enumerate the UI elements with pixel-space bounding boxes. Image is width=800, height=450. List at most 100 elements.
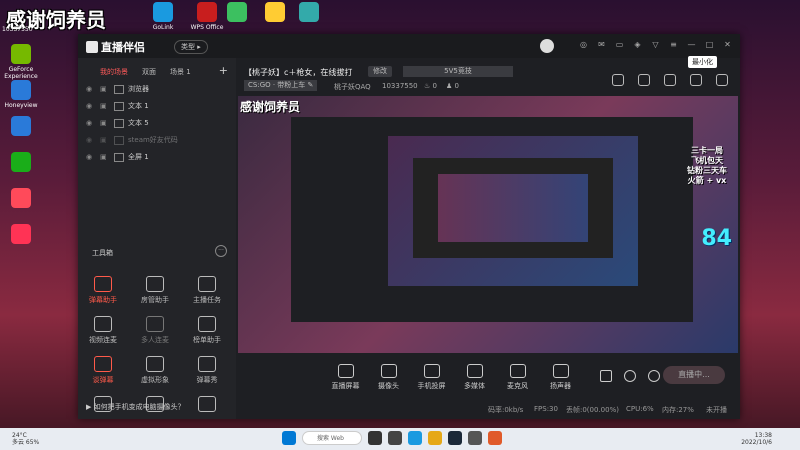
desktop-icon[interactable]: WPS Office [190, 2, 224, 31]
source-item[interactable]: ◉ ▣ 文本 5 [86, 116, 149, 130]
fans-value-text: 0 [454, 82, 459, 90]
tool-item[interactable]: 房管助手 [134, 276, 176, 305]
frame-icon[interactable] [612, 74, 624, 86]
desktop-icon[interactable] [4, 152, 38, 174]
add-scene-icon[interactable]: + [219, 64, 228, 77]
minimize-icon[interactable]: — [687, 40, 696, 49]
weather-widget[interactable]: 24°C 多云 65% [12, 432, 39, 446]
eye-icon[interactable]: ◉ [86, 85, 94, 93]
capture-tool[interactable]: 麦克风 [496, 364, 539, 391]
tip-bar[interactable]: ▶ 如何把手机变成电脑摄像头？ [86, 402, 185, 412]
app-icon[interactable] [468, 431, 482, 445]
weather-desc: 多云 65% [12, 439, 40, 446]
desktop-icon[interactable]: Honeyview [4, 80, 38, 109]
category-label: CS:GO · 带粉上车 [248, 81, 306, 89]
more-icon[interactable] [716, 74, 728, 86]
desktop-icon[interactable] [258, 2, 292, 24]
replay-icon[interactable] [624, 370, 636, 382]
capture-tool-label: 多媒体 [464, 382, 485, 390]
more-icon[interactable]: ··· [215, 245, 227, 257]
desktop-icon[interactable]: GeForce Experience [4, 44, 38, 80]
app-icon [265, 2, 285, 22]
capture-tool[interactable]: 手机投屏 [410, 364, 453, 391]
desktop-icon[interactable] [292, 2, 326, 24]
maximize-icon[interactable]: □ [705, 40, 714, 49]
lock-icon[interactable]: ▣ [100, 102, 108, 110]
capture-tool[interactable]: 摄像头 [367, 364, 410, 391]
tool-icon [146, 316, 164, 332]
tool-item[interactable]: 弹幕助手 [82, 276, 124, 305]
app-icon [227, 2, 247, 22]
settings-icon[interactable] [648, 370, 660, 382]
source-label: 全屏 1 [128, 153, 149, 161]
tool-item[interactable]: 弹幕秀 [186, 356, 228, 385]
desktop-icon[interactable] [4, 116, 38, 138]
lock-icon[interactable]: ▣ [100, 136, 108, 144]
game-tag[interactable]: 5V5竞技 [403, 66, 513, 77]
edit-title-button[interactable]: 修改 [368, 66, 392, 77]
tool-item[interactable]: 主播任务 [186, 276, 228, 305]
tool-item[interactable]: 多人连麦 [134, 316, 176, 345]
source-item[interactable]: ◉ ▣ steam好友代码 [86, 133, 178, 147]
tool-item[interactable]: 榜单助手 [186, 316, 228, 345]
tool-item[interactable] [186, 396, 228, 415]
tab-my-scene[interactable]: 我的场景 [100, 67, 128, 77]
task-view-icon[interactable] [368, 431, 382, 445]
capture-tool-icon [337, 364, 354, 378]
eye-icon[interactable]: ◉ [86, 136, 94, 144]
tool-item[interactable]: 视频连麦 [82, 316, 124, 345]
mail-icon[interactable]: ✉ [597, 40, 606, 49]
capture-tool[interactable]: 扬声器 [539, 364, 582, 391]
app-icon [11, 224, 31, 244]
record-icon[interactable] [600, 370, 612, 382]
desktop-icon[interactable] [220, 2, 254, 24]
type-button[interactable]: 类型 ▸ [174, 40, 208, 54]
tool-item[interactable]: 虚拟形象 [134, 356, 176, 385]
filter-icon[interactable]: ▽ [651, 40, 660, 49]
desktop-icon[interactable] [4, 188, 38, 210]
desktop-icon[interactable] [4, 224, 38, 246]
lock-icon[interactable]: ▣ [100, 119, 108, 127]
stream-preview[interactable]: 感谢饲养员 三卡一局 飞机包天 钻粉三天车 火箭 + vx 84 [238, 96, 738, 353]
app-icon[interactable] [488, 431, 502, 445]
tab-dual[interactable]: 双面 [142, 67, 156, 77]
source-item[interactable]: ◉ ▣ 文本 1 [86, 99, 149, 113]
bell-icon[interactable] [690, 74, 702, 86]
avatar[interactable] [540, 39, 554, 53]
source-item[interactable]: ◉ ▣ 浏览器 [86, 82, 149, 96]
steam-icon[interactable] [448, 431, 462, 445]
capture-tool[interactable]: 直播屏幕 [324, 364, 367, 391]
desktop-icon[interactable]: GoLink [146, 2, 180, 31]
tip-text: 如何把手机变成电脑摄像头？ [93, 403, 185, 411]
taskbar-search[interactable]: 搜索 Web [302, 431, 362, 445]
headset-icon[interactable]: ◎ [579, 40, 588, 49]
tool-label: 房管助手 [141, 296, 169, 304]
close-icon[interactable]: ✕ [723, 40, 732, 49]
tool-label: 主播任务 [193, 296, 221, 304]
live-button[interactable]: 直播中... [663, 366, 725, 384]
app-icon[interactable] [408, 431, 422, 445]
capture-tool[interactable]: 多媒体 [453, 364, 496, 391]
eye-icon[interactable]: ◉ [86, 119, 94, 127]
screen-icon[interactable]: ▭ [615, 40, 624, 49]
clock[interactable]: 13:38 2022/10/6 [741, 432, 772, 446]
lock-icon[interactable]: ▣ [100, 153, 108, 161]
folder-icon[interactable] [428, 431, 442, 445]
tool-icon [94, 356, 112, 372]
stream-action-icons [612, 74, 728, 86]
lock-icon[interactable]: ▣ [100, 85, 108, 93]
gift-icon[interactable]: ◈ [633, 40, 642, 49]
share-icon[interactable] [664, 74, 676, 86]
tool-item[interactable]: 谈弹幕 [82, 356, 124, 385]
tool-label: 榜单助手 [193, 336, 221, 344]
lock-icon[interactable] [638, 74, 650, 86]
eye-icon[interactable]: ◉ [86, 153, 94, 161]
eye-icon[interactable]: ◉ [86, 102, 94, 110]
app-icon[interactable] [388, 431, 402, 445]
menu-icon[interactable]: ≡ [669, 40, 678, 49]
source-item[interactable]: ◉ ▣ 全屏 1 [86, 150, 149, 164]
category-tag[interactable]: CS:GO · 带粉上车 ✎ [244, 80, 318, 91]
tab-scene-1[interactable]: 场景 1 [170, 67, 191, 77]
start-icon[interactable] [282, 431, 296, 445]
app-logo-text: 直播伴侣 [101, 41, 145, 54]
